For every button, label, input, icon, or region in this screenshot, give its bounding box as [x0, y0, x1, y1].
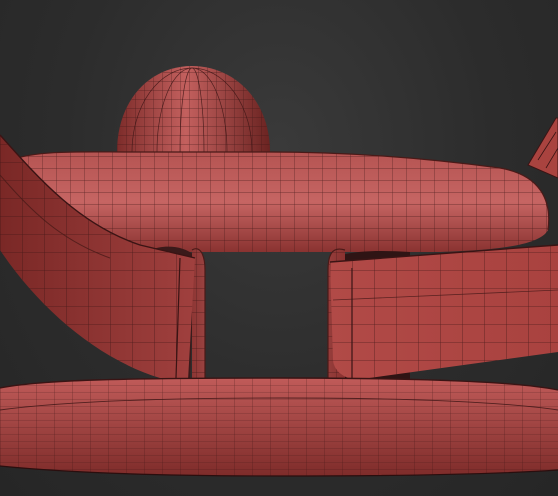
wireframe-render — [0, 66, 558, 477]
3d-viewport[interactable] — [0, 0, 558, 496]
base-disc — [0, 377, 558, 477]
central-post — [191, 248, 346, 380]
far-right-fin — [527, 117, 558, 179]
right-arm — [329, 244, 558, 380]
